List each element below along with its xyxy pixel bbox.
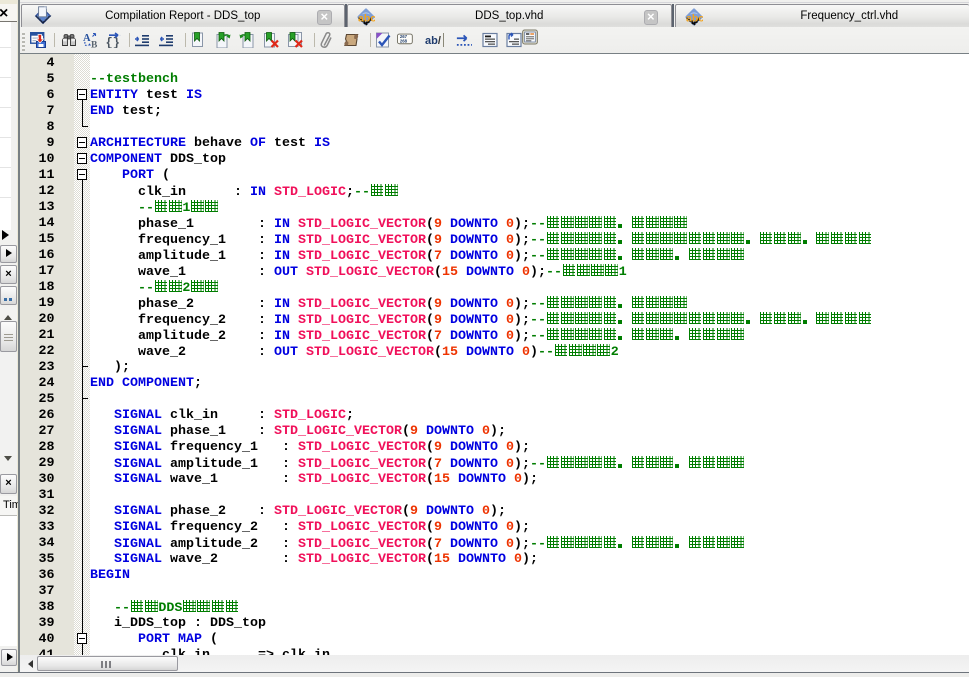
svg-text:268: 268	[400, 38, 408, 43]
svg-text:B: B	[91, 41, 98, 49]
svg-text:abc: abc	[686, 12, 703, 24]
svg-text:A: A	[83, 33, 91, 44]
svg-text:{}: {}	[105, 36, 119, 48]
